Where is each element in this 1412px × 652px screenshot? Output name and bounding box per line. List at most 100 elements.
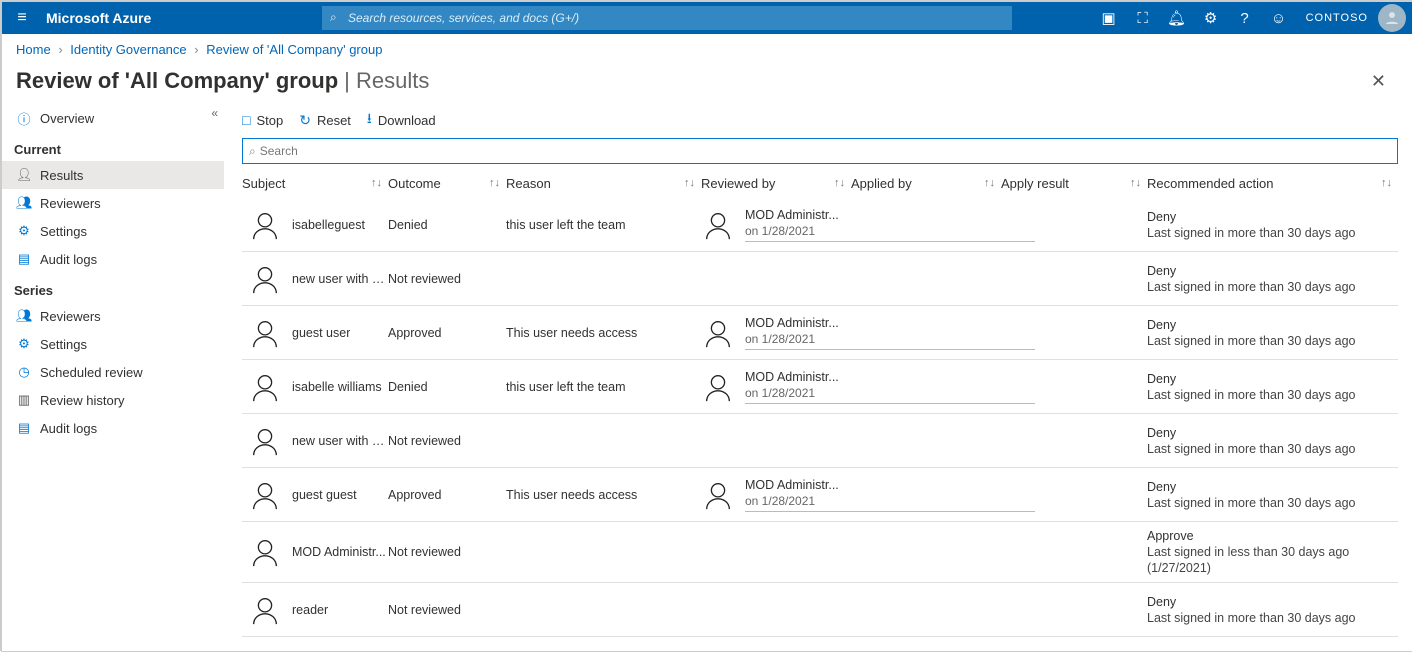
table-row[interactable]: guest guestApprovedThis user needs acces… xyxy=(242,468,1398,522)
review-date: on 1/28/2021 xyxy=(745,223,1035,239)
col-reviewedby[interactable]: Reviewed by↑↓ xyxy=(701,176,851,191)
col-recaction[interactable]: Recommended action ↑↓ xyxy=(1147,176,1398,191)
sidebar-item-reviewers[interactable]: 👥︎Reviewers xyxy=(2,189,224,217)
breadcrumb-identity-governance[interactable]: Identity Governance xyxy=(70,42,186,57)
col-recaction-label: Recommended action xyxy=(1147,176,1273,191)
recaction-cell: DenyLast signed in more than 30 days ago xyxy=(1147,263,1398,295)
stop-label: Stop xyxy=(256,113,283,128)
brand-label[interactable]: Microsoft Azure xyxy=(42,10,222,26)
settings-icon[interactable]: ⚙ xyxy=(1194,2,1228,34)
review-date: on 1/28/2021 xyxy=(745,331,1035,347)
recaction-cell: DenyLast signed in more than 30 days ago xyxy=(1147,371,1398,403)
reviewedby-cell: MOD Administr...on 1/28/2021 xyxy=(701,477,851,512)
breadcrumb: Home › Identity Governance › Review of '… xyxy=(2,34,1412,64)
reason-cell: this user left the team xyxy=(506,380,701,394)
person-icon xyxy=(248,593,282,627)
subject-name: guest guest xyxy=(292,488,357,502)
sort-icon[interactable]: ↑↓ xyxy=(834,177,845,189)
reset-button[interactable]: ↻Reset xyxy=(299,112,351,129)
chevron-right-icon: › xyxy=(194,42,198,57)
table-row[interactable]: isabelleguestDeniedthis user left the te… xyxy=(242,198,1398,252)
directories-icon[interactable]: ⛶ xyxy=(1126,2,1160,34)
stop-button[interactable]: □Stop xyxy=(242,112,283,128)
outcome-cell: Approved xyxy=(388,326,506,340)
reviewer-name: MOD Administr... xyxy=(745,369,1035,385)
global-search-input[interactable] xyxy=(322,6,1012,30)
reason-cell: this user left the team xyxy=(506,218,701,232)
sidebar-item-audit-logs[interactable]: ▤Audit logs xyxy=(2,414,224,442)
col-reason[interactable]: Reason↑↓ xyxy=(506,176,701,191)
breadcrumb-home[interactable]: Home xyxy=(16,42,51,57)
collapse-icon[interactable]: « xyxy=(211,106,218,120)
outcome-cell: Not reviewed xyxy=(388,545,506,559)
sidebar-item-audit-logs[interactable]: ▤Audit logs xyxy=(2,245,224,273)
sidebar-item-label: Reviewers xyxy=(40,196,101,211)
subject-name: isabelleguest xyxy=(292,218,365,232)
feedback-icon[interactable]: ☺ xyxy=(1262,2,1296,34)
sidebar: « ⓘOverviewCurrent👤︎Results👥︎Reviewers⚙S… xyxy=(2,102,224,651)
sidebar-item-label: Overview xyxy=(40,111,94,126)
col-applyresult-label: Apply result xyxy=(1001,176,1069,191)
download-label: Download xyxy=(378,113,436,128)
person-icon: 👤︎ xyxy=(16,167,32,183)
outcome-cell: Approved xyxy=(388,488,506,502)
person-icon xyxy=(248,208,282,242)
chevron-right-icon: › xyxy=(58,42,62,57)
col-outcome[interactable]: Outcome↑↓ xyxy=(388,176,506,191)
outcome-cell: Not reviewed xyxy=(388,434,506,448)
sort-icon[interactable]: ↑↓ xyxy=(371,177,382,189)
person-icon xyxy=(248,478,282,512)
sidebar-section-header: Current xyxy=(2,132,224,161)
sort-icon[interactable]: ↑↓ xyxy=(984,177,995,189)
subject-name: isabelle williams xyxy=(292,380,382,394)
table-row[interactable]: new user with m...Not reviewedDenyLast s… xyxy=(242,414,1398,468)
sidebar-item-settings[interactable]: ⚙Settings xyxy=(2,330,224,358)
sidebar-item-scheduled-review[interactable]: ◷Scheduled review xyxy=(2,358,224,386)
table-row[interactable]: isabelle williamsDeniedthis user left th… xyxy=(242,360,1398,414)
table-row[interactable]: new user with m...Not reviewedDenyLast s… xyxy=(242,252,1398,306)
person-icon xyxy=(248,370,282,404)
close-icon[interactable]: ✕ xyxy=(1371,71,1398,92)
reviewer-name: MOD Administr... xyxy=(745,207,1035,223)
table-row[interactable]: guest user ApprovedThis user needs access… xyxy=(242,306,1398,360)
sidebar-item-review-history[interactable]: ▥Review history xyxy=(2,386,224,414)
outcome-cell: Not reviewed xyxy=(388,272,506,286)
col-applyresult[interactable]: Apply result ↑↓ xyxy=(1001,176,1147,191)
notifications-icon[interactable]: 🔔︎ xyxy=(1160,2,1194,34)
outcome-cell: Not reviewed xyxy=(388,603,506,617)
recaction-cell: DenyLast signed in more than 30 days ago xyxy=(1147,209,1398,241)
table-row[interactable]: MOD Administr...Not reviewedApproveLast … xyxy=(242,522,1398,583)
global-search-wrap: ⌕ xyxy=(322,6,1012,30)
subject-name: guest user xyxy=(292,326,350,340)
sort-icon[interactable]: ↑↓ xyxy=(489,177,500,189)
col-appliedby[interactable]: Applied by↑↓ xyxy=(851,176,1001,191)
breadcrumb-review[interactable]: Review of 'All Company' group xyxy=(206,42,382,57)
title-row: Review of 'All Company' group | Results … xyxy=(2,64,1412,102)
sidebar-item-results[interactable]: 👤︎ Results xyxy=(2,161,224,189)
review-date: on 1/28/2021 xyxy=(745,493,1035,509)
hamburger-icon[interactable]: ≡ xyxy=(2,9,42,27)
reviewedby-cell: MOD Administr...on 1/28/2021 xyxy=(701,315,851,350)
reason-cell: This user needs access xyxy=(506,326,701,340)
col-subject-label: Subject xyxy=(242,176,285,191)
results-search-input[interactable] xyxy=(260,144,1391,158)
col-subject[interactable]: Subject ↑↓ xyxy=(242,176,388,191)
cloud-shell-icon[interactable]: ▣ xyxy=(1092,2,1126,34)
sort-icon[interactable]: ↑↓ xyxy=(1381,177,1392,189)
person-icon xyxy=(701,208,735,242)
grid-rows: isabelleguestDeniedthis user left the te… xyxy=(242,198,1398,637)
help-icon[interactable]: ? xyxy=(1228,2,1262,34)
subject-name: new user with m... xyxy=(292,434,388,448)
sidebar-item-settings[interactable]: ⚙Settings xyxy=(2,217,224,245)
account-avatar[interactable] xyxy=(1378,4,1406,32)
sidebar-item-label: Settings xyxy=(40,224,87,239)
table-row[interactable]: readerNot reviewedDenyLast signed in mor… xyxy=(242,583,1398,637)
sidebar-item-label: Results xyxy=(40,168,83,183)
person-icon xyxy=(701,478,735,512)
sidebar-item-overview[interactable]: ⓘ Overview xyxy=(2,104,224,132)
sidebar-item-reviewers[interactable]: 👥︎Reviewers xyxy=(2,302,224,330)
sort-icon[interactable]: ↑↓ xyxy=(1130,177,1141,189)
download-button[interactable]: ⭳Download xyxy=(367,108,436,132)
sort-icon[interactable]: ↑↓ xyxy=(684,177,695,189)
info-icon: ⓘ xyxy=(16,109,32,128)
